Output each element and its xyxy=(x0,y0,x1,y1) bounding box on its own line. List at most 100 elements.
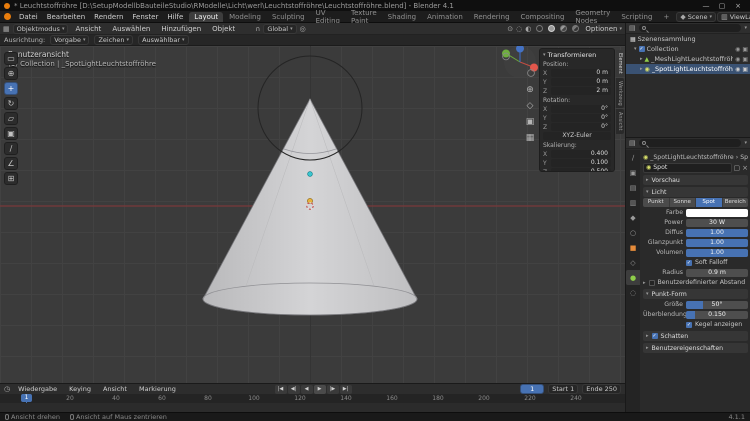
eye-icon[interactable]: ◉ xyxy=(735,46,740,53)
rotation-x-field[interactable]: 0° xyxy=(551,105,611,113)
tool-annotate[interactable]: ∕ xyxy=(4,142,18,155)
pan-icon[interactable]: ◇ xyxy=(524,100,536,112)
radius-field[interactable]: 0.9 m xyxy=(686,269,748,277)
show-gizmo-icon[interactable]: ⊙ xyxy=(507,25,513,33)
tool-move[interactable]: + xyxy=(4,82,18,95)
camera-icon[interactable]: ▣ xyxy=(742,46,748,53)
expand-icon[interactable]: ▾ xyxy=(634,46,637,52)
menu-objekt[interactable]: Objekt xyxy=(208,25,239,33)
eye-icon[interactable]: ◉ xyxy=(735,56,740,63)
tab-render[interactable]: ▣ xyxy=(626,165,640,180)
workspace-tab-shading[interactable]: Shading xyxy=(383,12,421,22)
tab-physics[interactable]: ◌ xyxy=(626,285,640,300)
outliner-row-collection[interactable]: ▾ ✓ Collection ◉ ▣ xyxy=(626,44,750,54)
volume-slider[interactable]: 1.00 xyxy=(686,249,748,257)
specular-slider[interactable]: 1.00 xyxy=(686,239,748,247)
shading-rendered-icon[interactable] xyxy=(572,25,579,32)
perspective-toggle-icon[interactable]: ▦ xyxy=(524,132,536,144)
unlink-icon[interactable]: × xyxy=(742,164,748,172)
current-frame-field[interactable]: 1 xyxy=(520,384,544,394)
xray-icon[interactable]: ◐ xyxy=(525,25,531,33)
datablock-name-field[interactable]: ◉ Spot xyxy=(643,163,732,173)
shading-material-icon[interactable] xyxy=(560,25,567,32)
menu-wiedergabe[interactable]: Wiedergabe xyxy=(14,385,61,393)
menu-hilfe[interactable]: Hilfe xyxy=(163,13,187,21)
blender-menu-icon[interactable] xyxy=(4,13,11,20)
jump-end-button[interactable]: ▶| xyxy=(340,385,352,394)
overlays-icon[interactable]: ◌ xyxy=(516,25,522,33)
workspace-tab-rendering[interactable]: Rendering xyxy=(469,12,515,22)
collection-checkbox[interactable]: ✓ xyxy=(639,46,645,52)
close-button[interactable]: × xyxy=(730,2,746,10)
viewlayer-selector[interactable]: ▥ ViewLayer xyxy=(717,12,750,22)
shading-wireframe-icon[interactable] xyxy=(536,25,543,32)
prev-keyframe-button[interactable]: ◀| xyxy=(288,385,300,394)
jump-start-button[interactable]: |◀ xyxy=(275,385,287,394)
tool-cursor[interactable]: ⊕ xyxy=(4,67,18,80)
custom-distance-checkbox[interactable] xyxy=(649,280,655,286)
shadow-checkbox[interactable]: ✓ xyxy=(652,333,658,339)
menu-datei[interactable]: Datei xyxy=(15,13,42,21)
sidebar-tab-element[interactable]: Element xyxy=(616,50,624,77)
sidebar-tab-werkzeug[interactable]: Werkzeug xyxy=(616,78,624,109)
rotation-mode-dropdown[interactable]: XYZ-Euler xyxy=(543,132,611,140)
power-field[interactable]: 30 W xyxy=(686,219,748,227)
orientation-selector[interactable]: Global ▾ xyxy=(263,24,296,34)
menu-rendern[interactable]: Rendern xyxy=(90,13,127,21)
workspace-tab-compositing[interactable]: Compositing xyxy=(516,12,570,22)
panel-schatten[interactable]: ▸ ✓ Schatten xyxy=(643,331,748,341)
timeline-track-area[interactable] xyxy=(0,403,625,412)
menu-ansicht[interactable]: Ansicht xyxy=(71,25,105,33)
light-type-spot[interactable]: Spot xyxy=(696,198,723,207)
panel-vorschau[interactable]: ▸ Vorschau xyxy=(643,175,748,185)
proportional-edit-icon[interactable]: ◎ xyxy=(300,25,306,33)
spot-blend-slider[interactable]: 0.150 xyxy=(686,311,748,319)
outliner-row-scene-collection[interactable]: ▦ Szenensammlung xyxy=(626,34,750,44)
scale-y-field[interactable]: 0.100 xyxy=(551,159,611,167)
add-workspace-button[interactable]: + xyxy=(658,12,674,22)
position-x-field[interactable]: 0 m xyxy=(551,69,611,77)
tab-object[interactable]: ■ xyxy=(626,240,640,255)
snap-magnet-icon[interactable]: ∩ xyxy=(255,25,260,33)
rotation-z-field[interactable]: 0° xyxy=(551,123,611,131)
chevron-down-icon[interactable]: ▾ xyxy=(543,52,546,58)
panel-spot-form[interactable]: ▾ Punkt-Form xyxy=(643,289,748,299)
scale-x-field[interactable]: 0.400 xyxy=(551,150,611,158)
scene-selector[interactable]: ◆ Scene ▾ xyxy=(676,12,716,22)
light-type-punkt[interactable]: Punkt xyxy=(643,198,670,207)
tool-transform[interactable]: ▣ xyxy=(4,127,18,140)
expand-icon[interactable]: ▸ xyxy=(640,66,643,72)
frame-start-field[interactable]: Start 1 xyxy=(548,384,578,394)
tool-scale[interactable]: ▱ xyxy=(4,112,18,125)
nav-gizmo[interactable] xyxy=(502,46,538,78)
workspace-tab-animation[interactable]: Animation xyxy=(422,12,468,22)
timeline-editor-icon[interactable]: ◷ xyxy=(4,385,10,393)
zoom-icon[interactable]: ⊕ xyxy=(524,84,536,96)
play-button[interactable]: ▶ xyxy=(314,385,326,394)
play-reverse-button[interactable]: ◀ xyxy=(301,385,313,394)
diffuse-slider[interactable]: 1.00 xyxy=(686,229,748,237)
camera-icon[interactable]: ▣ xyxy=(742,66,748,73)
tool-rotate[interactable]: ↻ xyxy=(4,97,18,110)
menu-keying[interactable]: Keying xyxy=(65,385,95,393)
sidebar-tab-ansicht[interactable]: Ansicht xyxy=(616,109,624,133)
tab-tool[interactable]: ∕ xyxy=(626,150,640,165)
minimize-button[interactable]: — xyxy=(698,2,714,10)
outliner-row-spotlight[interactable]: ▸ ◉ _SpotLightLeuchtstoffröhre ◉ ▣ xyxy=(626,64,750,74)
frame-end-field[interactable]: Ende 250 xyxy=(582,384,621,394)
tool-option-dropdown-2[interactable]: Auswählbar ▾ xyxy=(138,35,188,45)
tab-scene[interactable]: ◆ xyxy=(626,210,640,225)
menu-hinzufuegen[interactable]: Hinzufügen xyxy=(157,25,205,33)
rotation-y-field[interactable]: 0° xyxy=(551,114,611,122)
options-dropdown[interactable]: Optionen ▾ xyxy=(585,25,622,33)
mode-selector[interactable]: Objektmodus ▾ xyxy=(13,24,69,34)
position-z-field[interactable]: 2 m xyxy=(551,87,611,95)
menu-auswaehlen[interactable]: Auswählen xyxy=(108,25,154,33)
tab-viewlayer[interactable]: ▥ xyxy=(626,195,640,210)
tool-add-cube[interactable]: ⊞ xyxy=(4,172,18,185)
workspace-tab-scripting[interactable]: Scripting xyxy=(616,12,657,22)
spot-size-slider[interactable]: 50° xyxy=(686,301,748,309)
camera-icon[interactable]: ▣ xyxy=(742,56,748,63)
outliner-search-input[interactable] xyxy=(639,24,742,32)
shield-icon[interactable]: ▢ xyxy=(734,164,741,172)
